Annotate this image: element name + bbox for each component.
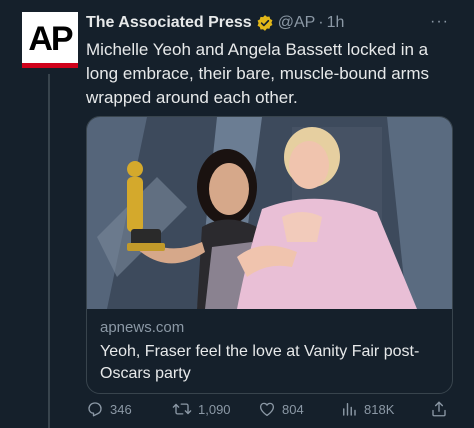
avatar[interactable]: AP <box>22 12 78 68</box>
card-domain: apnews.com <box>100 319 185 336</box>
retweet-button[interactable]: 1,090 <box>172 400 231 418</box>
timestamp[interactable]: 1h <box>327 14 345 32</box>
display-name[interactable]: The Associated Press <box>86 14 252 32</box>
reply-count: 346 <box>110 401 132 417</box>
more-options-icon[interactable]: ··· <box>430 13 449 31</box>
verified-badge-icon[interactable] <box>256 14 274 32</box>
avatar-logo-text: AP <box>28 19 73 58</box>
share-icon <box>432 401 446 417</box>
retweet-icon <box>172 403 192 415</box>
views-count: 818K <box>364 401 395 417</box>
views-button[interactable]: 818K <box>340 400 394 418</box>
views-chart-icon <box>343 403 356 416</box>
like-button[interactable]: 804 <box>258 400 304 418</box>
card-photo <box>87 117 452 309</box>
like-count: 804 <box>282 401 304 417</box>
card-title: Yeoh, Fraser feel the love at Vanity Fai… <box>100 343 420 382</box>
action-bar: 346 1,090 804 818K <box>86 400 458 422</box>
share-button[interactable] <box>430 400 454 418</box>
heart-icon <box>259 402 275 417</box>
thread-line <box>48 74 50 428</box>
tweet: AP The Associated Press @AP · 1h ··· Mic… <box>0 0 474 428</box>
reply-icon <box>88 402 102 417</box>
tweet-text: Michelle Yeoh and Angela Bassett locked … <box>86 40 429 107</box>
separator-dot: · <box>318 14 324 31</box>
link-card[interactable]: apnews.com Yeoh, Fraser feel the love at… <box>86 116 453 394</box>
reply-button[interactable]: 346 <box>86 400 132 418</box>
handle[interactable]: @AP <box>278 14 316 32</box>
tweet-header: The Associated Press @AP · 1h <box>86 12 344 34</box>
retweet-count: 1,090 <box>198 401 231 417</box>
